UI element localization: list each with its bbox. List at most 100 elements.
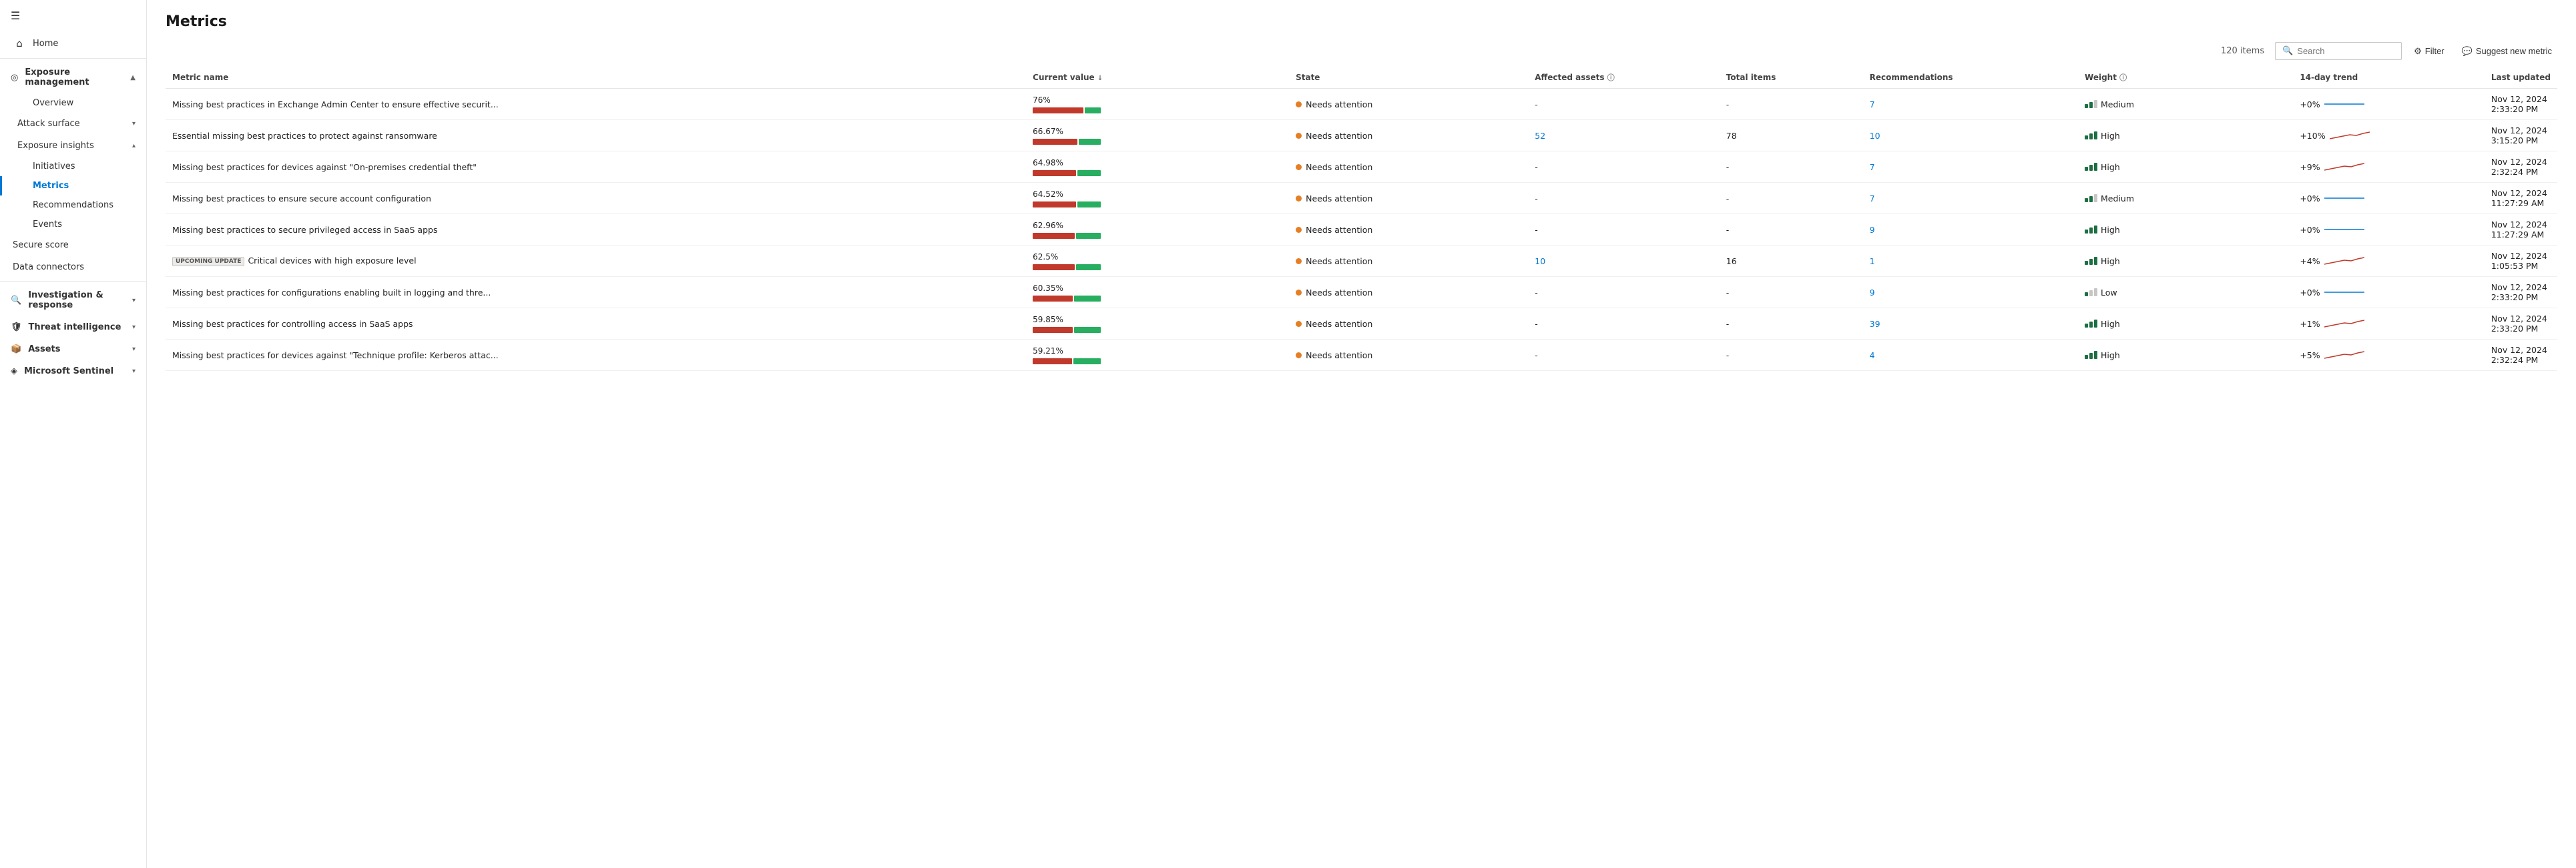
recommendations-cell[interactable]: 39 — [1863, 308, 2078, 340]
hamburger-menu[interactable]: ☰ — [0, 0, 146, 31]
metric-value-cell: 64.98% — [1026, 151, 1289, 183]
sidebar-sub-item-initiatives[interactable]: Initiatives — [0, 157, 146, 176]
recommendations-cell[interactable]: 7 — [1863, 89, 2078, 120]
sidebar-item-secure-score[interactable]: Secure score — [0, 234, 146, 256]
metric-state-cell: Needs attention — [1289, 308, 1528, 340]
table-row[interactable]: Essential missing best practices to prot… — [166, 120, 2557, 151]
last-updated-cell: Nov 12, 2024 2:32:24 PM — [2485, 151, 2557, 183]
metric-state-cell: Needs attention — [1289, 120, 1528, 151]
weight-indicator: Medium — [2085, 193, 2286, 203]
trend-cell: +1% — [2293, 308, 2485, 340]
weight-label: High — [2101, 319, 2120, 329]
col-header-updated[interactable]: Last updated — [2485, 67, 2557, 89]
recs-link[interactable]: 1 — [1870, 256, 1875, 266]
affected-info-icon[interactable]: ⓘ — [1607, 73, 1615, 82]
affected-assets-cell[interactable]: 10 — [1528, 246, 1720, 277]
state-label: Needs attention — [1306, 193, 1372, 203]
suggest-icon: 💬 — [2462, 46, 2473, 57]
recs-link[interactable]: 7 — [1870, 193, 1875, 203]
suggest-metric-button[interactable]: 💬 Suggest new metric — [2457, 43, 2557, 60]
col-header-trend[interactable]: 14-day trend — [2293, 67, 2485, 89]
trend-sparkline — [2324, 255, 2364, 267]
trend-value: +9% — [2300, 162, 2320, 172]
table-row[interactable]: Missing best practices for configuration… — [166, 277, 2557, 308]
weight-indicator: High — [2085, 131, 2286, 141]
bar-red — [1033, 264, 1075, 270]
recommendations-cell[interactable]: 7 — [1863, 183, 2078, 214]
search-box[interactable]: 🔍 — [2275, 42, 2402, 60]
table-row[interactable]: Missing best practices to ensure secure … — [166, 183, 2557, 214]
bar-track — [1033, 107, 1106, 113]
recs-link[interactable]: 4 — [1870, 350, 1875, 360]
recs-link[interactable]: 7 — [1870, 99, 1875, 109]
weight-indicator: Low — [2085, 288, 2286, 298]
recommendations-cell[interactable]: 7 — [1863, 151, 2078, 183]
recs-link[interactable]: 9 — [1870, 225, 1875, 235]
affected-assets-cell[interactable]: 52 — [1528, 120, 1720, 151]
weight-bar-1 — [2085, 198, 2088, 202]
search-input[interactable] — [2297, 46, 2394, 56]
affected-link[interactable]: 52 — [1535, 131, 1545, 141]
table-row[interactable]: Missing best practices in Exchange Admin… — [166, 89, 2557, 120]
affected-link[interactable]: 10 — [1535, 256, 1545, 266]
sidebar-item-home[interactable]: ⌂ Home — [0, 31, 146, 55]
bar-track — [1033, 358, 1106, 364]
metric-value-cell: 59.85% — [1026, 308, 1289, 340]
trend-indicator: +5% — [2300, 349, 2478, 361]
filter-button[interactable]: ⚙ Filter — [2408, 43, 2450, 60]
total-items-cell: - — [1720, 214, 1863, 246]
weight-bars — [2085, 226, 2097, 234]
table-row[interactable]: Missing best practices for devices again… — [166, 340, 2557, 371]
col-header-recs[interactable]: Recommendations — [1863, 67, 2078, 89]
recs-link[interactable]: 10 — [1870, 131, 1880, 141]
table-row[interactable]: Missing best practices for controlling a… — [166, 308, 2557, 340]
status-dot — [1296, 133, 1302, 139]
col-header-name[interactable]: Metric name — [166, 67, 1026, 89]
recommendations-cell[interactable]: 1 — [1863, 246, 2078, 277]
last-updated-cell: Nov 12, 2024 3:15:20 PM — [2485, 120, 2557, 151]
weight-bar-3 — [2094, 226, 2097, 234]
weight-bar-1 — [2085, 167, 2088, 171]
trend-value: +10% — [2300, 131, 2325, 141]
recommendations-cell[interactable]: 10 — [1863, 120, 2078, 151]
bar-container: 62.5% — [1033, 252, 1282, 270]
recommendations-cell[interactable]: 9 — [1863, 277, 2078, 308]
sidebar-section-exposure-management[interactable]: ◎ Exposure management ▲ — [0, 61, 146, 93]
sidebar-item-exposure-insights[interactable]: Exposure insights ▴ — [0, 135, 146, 157]
weight-info-icon[interactable]: ⓘ — [2119, 73, 2127, 82]
col-header-value[interactable]: Current value ↓ — [1026, 67, 1289, 89]
col-header-total[interactable]: Total items — [1720, 67, 1863, 89]
sidebar-item-data-connectors[interactable]: Data connectors — [0, 256, 146, 278]
trend-cell: +4% — [2293, 246, 2485, 277]
sidebar-sub-item-metrics[interactable]: Metrics — [0, 176, 146, 195]
recs-link[interactable]: 9 — [1870, 288, 1875, 298]
sidebar-section-assets[interactable]: 📦 Assets ▾ — [0, 338, 146, 360]
metric-name-cell: UPCOMING UPDATECritical devices with hig… — [166, 246, 1026, 277]
trend-indicator: +0% — [2300, 98, 2478, 110]
recommendations-cell[interactable]: 9 — [1863, 214, 2078, 246]
metric-name: Missing best practices in Exchange Admin… — [172, 99, 499, 109]
sidebar-item-overview[interactable]: Overview — [0, 93, 146, 113]
sidebar-item-attack-surface[interactable]: Attack surface ▾ — [0, 113, 146, 135]
recs-link[interactable]: 7 — [1870, 162, 1875, 172]
weight-label: Medium — [2101, 99, 2134, 109]
sidebar-section-sentinel[interactable]: ◈ Microsoft Sentinel ▾ — [0, 360, 146, 382]
trend-cell: +10% — [2293, 120, 2485, 151]
col-header-affected[interactable]: Affected assets ⓘ — [1528, 67, 1720, 89]
sidebar-section-threat-intel[interactable]: 🛡 Threat intelligence ▾ — [0, 316, 146, 338]
col-header-weight[interactable]: Weight ⓘ — [2078, 67, 2293, 89]
sidebar-sub-item-events[interactable]: Events — [0, 215, 146, 234]
last-updated-cell: Nov 12, 2024 11:27:29 AM — [2485, 183, 2557, 214]
trend-value: +1% — [2300, 319, 2320, 329]
status-cell: Needs attention — [1296, 350, 1521, 360]
table-row[interactable]: Missing best practices for devices again… — [166, 151, 2557, 183]
recommendations-cell[interactable]: 4 — [1863, 340, 2078, 371]
col-header-state[interactable]: State — [1289, 67, 1528, 89]
trend-sparkline — [2324, 349, 2364, 361]
table-row[interactable]: UPCOMING UPDATECritical devices with hig… — [166, 246, 2557, 277]
recs-link[interactable]: 39 — [1870, 319, 1880, 329]
sidebar-sub-item-recommendations[interactable]: Recommendations — [0, 195, 146, 215]
table-row[interactable]: Missing best practices to secure privile… — [166, 214, 2557, 246]
trend-indicator: +4% — [2300, 255, 2478, 267]
sidebar-section-investigation[interactable]: 🔍 Investigation & response ▾ — [0, 284, 146, 316]
